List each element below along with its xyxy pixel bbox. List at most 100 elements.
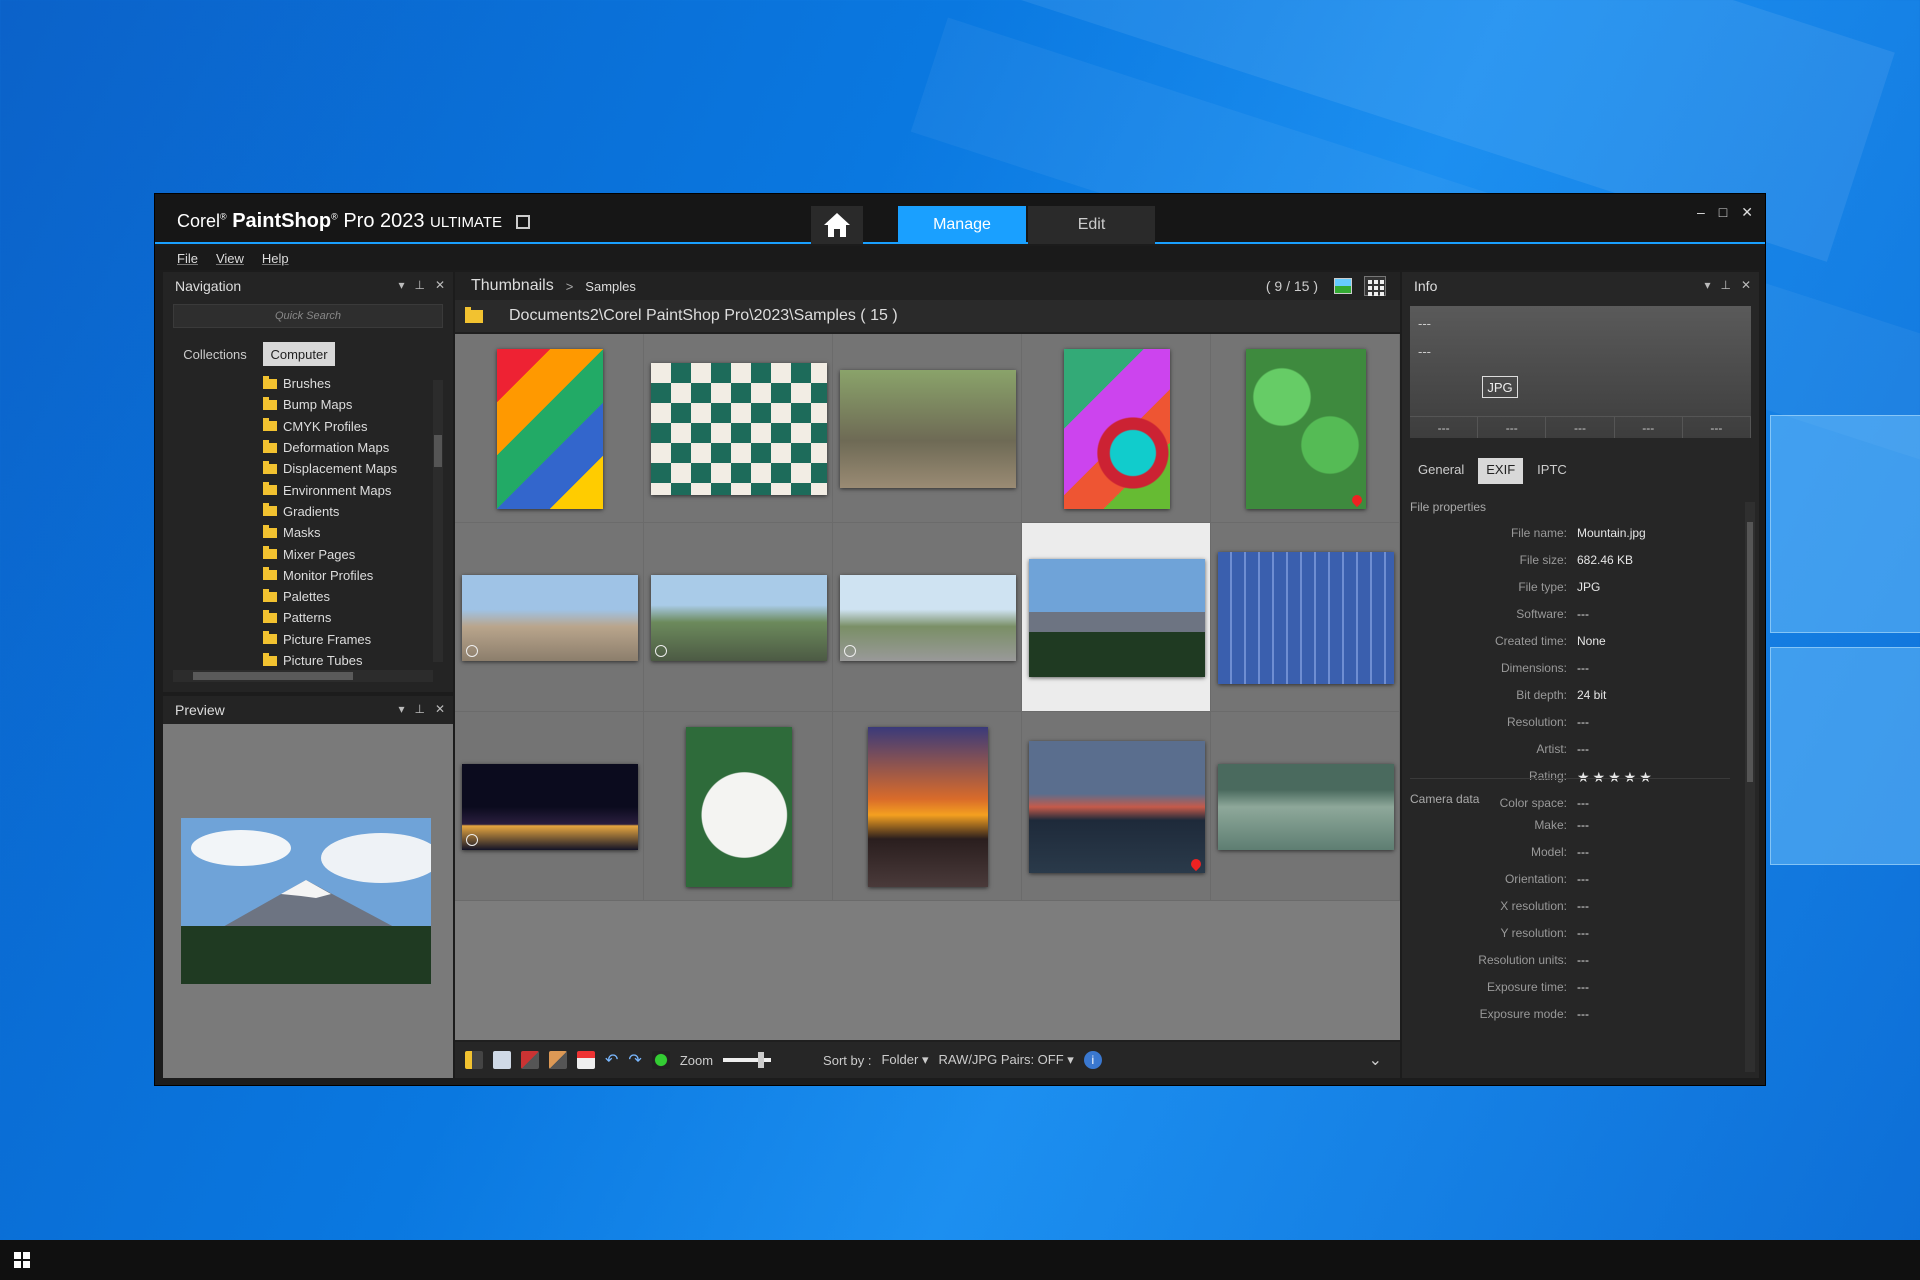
- folder-tree-item[interactable]: Displacement Maps: [263, 458, 433, 479]
- close-icon[interactable]: ✕: [435, 278, 445, 292]
- menu-help[interactable]: Help: [262, 251, 289, 266]
- folder-icon: [263, 418, 277, 432]
- tab-manage[interactable]: Manage: [898, 206, 1026, 244]
- breadcrumb[interactable]: Samples: [585, 279, 636, 294]
- thumbnail-cell[interactable]: [1022, 712, 1211, 901]
- browser-panel: Thumbnails > Samples ( 9 / 15 ) Document…: [455, 272, 1400, 1078]
- tab-iptc[interactable]: IPTC: [1529, 458, 1575, 484]
- folder-icon: [263, 652, 277, 666]
- folder-tree-item[interactable]: Patterns: [263, 607, 433, 628]
- title-edition: ULTIMATE: [430, 214, 502, 231]
- info-dash: ---: [1418, 316, 1431, 331]
- folder-tree-item[interactable]: Masks: [263, 522, 433, 543]
- thumbnail-cell[interactable]: [1211, 334, 1400, 523]
- folder-label: Mixer Pages: [283, 546, 356, 562]
- thumbnail-cell[interactable]: [644, 712, 833, 901]
- rating-stars[interactable]: ★★★★★: [1577, 769, 1655, 789]
- thumbnail-cell[interactable]: [1211, 523, 1400, 712]
- start-button[interactable]: [14, 1252, 30, 1268]
- 360-icon: [843, 644, 856, 657]
- zoom-label: Zoom: [679, 1052, 714, 1068]
- thumbnail-view-icon[interactable]: [1364, 276, 1386, 296]
- layout-icon[interactable]: [493, 1051, 511, 1069]
- thumbnail-cell[interactable]: [644, 523, 833, 712]
- thumbnail-cell[interactable]: [644, 334, 833, 523]
- folder-tree-item[interactable]: Environment Maps: [263, 479, 433, 500]
- tab-general[interactable]: General: [1410, 458, 1472, 484]
- raw-jpg-dropdown[interactable]: RAW/JPG Pairs: OFF ▾: [938, 1052, 1073, 1068]
- folder-tree-item[interactable]: Gradients: [263, 501, 433, 522]
- thumbnail-cell[interactable]: [455, 334, 644, 523]
- info-scrollbar[interactable]: [1745, 502, 1755, 1072]
- computer-tab[interactable]: Computer: [263, 342, 335, 366]
- folder-tree-item[interactable]: Monitor Profiles: [263, 565, 433, 586]
- folder-tree-item[interactable]: Bump Maps: [263, 394, 433, 415]
- workspace-icon[interactable]: [515, 214, 530, 229]
- property-value: ---: [1577, 818, 1589, 832]
- close-icon[interactable]: ✕: [435, 702, 445, 716]
- folder-tree-item[interactable]: CMYK Profiles: [263, 416, 433, 437]
- thumbnail-image: [867, 726, 988, 887]
- rotate-left-icon[interactable]: ↶: [605, 1050, 618, 1070]
- thumbnail-cell[interactable]: [833, 334, 1022, 523]
- dropdown-icon[interactable]: ▾: [398, 702, 404, 716]
- tab-exif[interactable]: EXIF: [1478, 458, 1524, 484]
- print-icon[interactable]: [577, 1051, 595, 1069]
- property-key: Resolution units:: [1478, 953, 1567, 967]
- pin-icon[interactable]: ⊥: [414, 702, 424, 716]
- folder-path: Documents2\Corel PaintShop Pro\2023\Samp…: [509, 307, 898, 324]
- nav-horizontal-scrollbar[interactable]: [173, 670, 433, 682]
- close-icon[interactable]: ✕: [1741, 278, 1751, 292]
- thumbnail-cell[interactable]: [1022, 334, 1211, 523]
- thumbnail-image: [839, 369, 1016, 488]
- folder-tree-item[interactable]: Mixer Pages: [263, 543, 433, 564]
- close-button[interactable]: ✕: [1741, 204, 1753, 221]
- browse-folder-icon[interactable]: [465, 1051, 483, 1069]
- folder-tree-item[interactable]: Picture Frames: [263, 629, 433, 650]
- property-row: Make: ---: [1402, 818, 1732, 838]
- maximize-button[interactable]: □: [1719, 204, 1727, 221]
- thumbnail-cell[interactable]: [833, 712, 1022, 901]
- thumbnail-cell[interactable]: [1022, 523, 1211, 712]
- info-icon[interactable]: i: [1083, 1051, 1102, 1069]
- quick-search-input[interactable]: Quick Search: [173, 304, 443, 328]
- info-cell: ---: [1546, 417, 1615, 438]
- folder-icon: [263, 609, 277, 623]
- thumbnail-cell[interactable]: [455, 712, 644, 901]
- dropdown-icon[interactable]: ▾: [398, 278, 404, 292]
- pin-icon[interactable]: ⊥: [414, 278, 424, 292]
- property-row: Orientation: ---: [1402, 872, 1732, 892]
- 360-icon: [654, 644, 667, 657]
- collections-tab[interactable]: Collections: [173, 342, 257, 366]
- home-tab[interactable]: [811, 206, 863, 244]
- folder-tree-item[interactable]: Deformation Maps: [263, 437, 433, 458]
- chevron-down-icon[interactable]: ⌄: [1369, 1050, 1382, 1070]
- thumbnail-cell[interactable]: [1211, 712, 1400, 901]
- sort-dropdown[interactable]: Folder ▾: [881, 1052, 928, 1068]
- dropdown-icon[interactable]: ▾: [1704, 278, 1710, 292]
- folder-icon: [263, 375, 277, 389]
- menu-view[interactable]: View: [216, 251, 244, 266]
- folder-tree-item[interactable]: Brushes: [263, 373, 433, 394]
- nav-vertical-scrollbar[interactable]: [433, 380, 443, 662]
- property-value: ---: [1577, 742, 1589, 756]
- minimize-button[interactable]: –: [1697, 204, 1705, 221]
- rotate-right-icon[interactable]: ↷: [628, 1050, 641, 1070]
- folder-tree-item[interactable]: Picture Tubes: [263, 650, 433, 671]
- folder-tree-item[interactable]: Palettes: [263, 586, 433, 607]
- batch-icon[interactable]: [651, 1051, 670, 1069]
- tab-edit[interactable]: Edit: [1028, 206, 1155, 244]
- details-view-icon[interactable]: [1334, 278, 1352, 294]
- property-row: File type: JPG: [1402, 580, 1732, 600]
- zoom-slider[interactable]: [723, 1052, 772, 1068]
- folder-icon: [263, 631, 277, 645]
- info-tabs: General EXIF IPTC: [1410, 458, 1575, 484]
- thumbnail-cell[interactable]: [833, 523, 1022, 712]
- thumbnail-cell[interactable]: [455, 523, 644, 712]
- menu-file[interactable]: File: [177, 251, 198, 266]
- brush-icon[interactable]: [549, 1051, 567, 1069]
- tag-icon[interactable]: [521, 1051, 539, 1069]
- folder-label: Gradients: [283, 503, 340, 519]
- 360-icon: [465, 644, 478, 657]
- pin-icon[interactable]: ⊥: [1720, 278, 1730, 292]
